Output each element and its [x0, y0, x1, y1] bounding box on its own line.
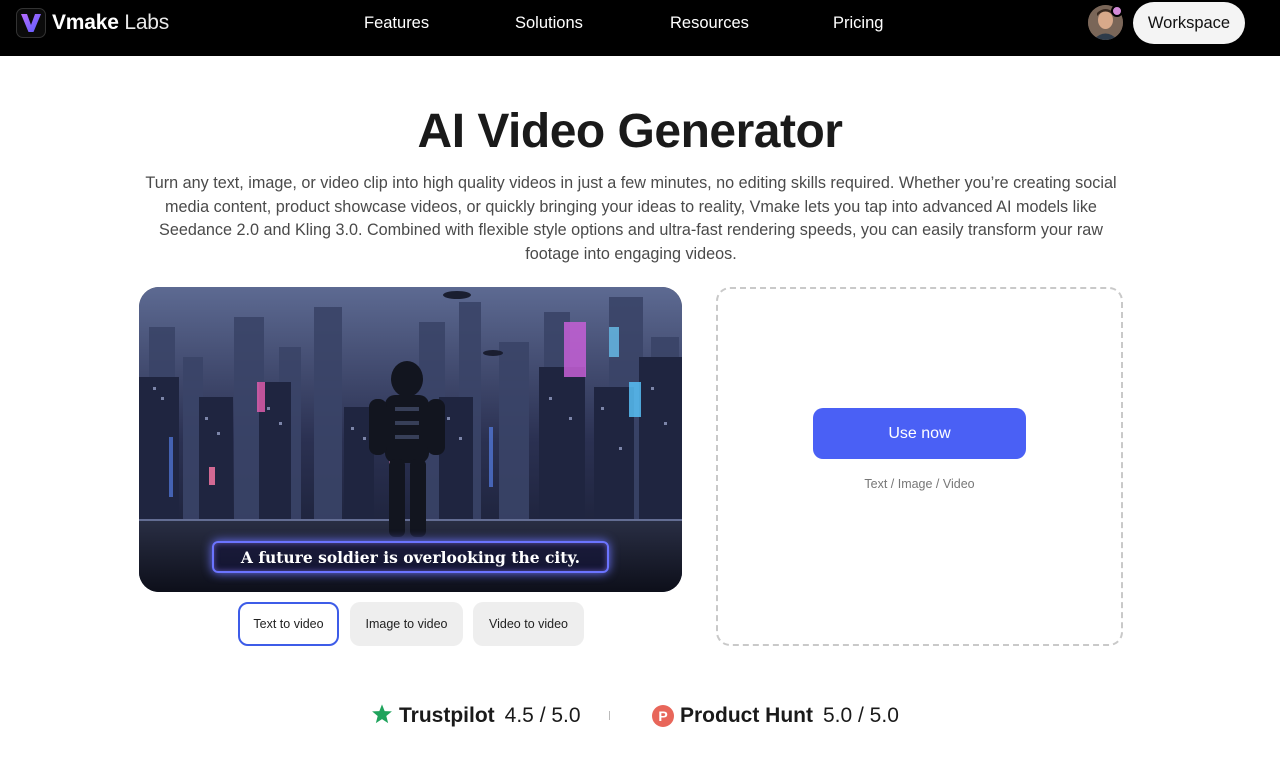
tab-text-to-video[interactable]: Text to video [238, 602, 339, 646]
workspace-button[interactable]: Workspace [1133, 2, 1245, 44]
brand-name-bold: Vmake [52, 11, 119, 34]
rating-divider [609, 711, 610, 720]
upload-hint: Text / Image / Video [864, 477, 975, 491]
use-now-button[interactable]: Use now [813, 408, 1026, 459]
upload-dropzone[interactable] [716, 287, 1123, 646]
nav-solutions[interactable]: Solutions [515, 12, 583, 34]
brand-name: Vmake Labs [52, 11, 169, 35]
tab-image-to-video[interactable]: Image to video [350, 602, 463, 646]
producthunt-name: Product Hunt [680, 704, 813, 727]
page-title: AI Video Generator [417, 105, 843, 158]
avatar-badge [1111, 5, 1123, 17]
trustpilot-name: Trustpilot [399, 704, 495, 727]
trustpilot-score: 4.5 / 5.0 [504, 704, 581, 727]
producthunt-rating[interactable]: P Product Hunt 5.0 / 5.0 [652, 702, 899, 730]
hero-description: Turn any text, image, or video clip into… [145, 174, 1117, 263]
producthunt-score: 5.0 / 5.0 [822, 704, 899, 727]
video-preview[interactable]: A future soldier is overlooking the city… [139, 287, 682, 592]
nav-resources[interactable]: Resources [670, 12, 749, 34]
trustpilot-rating[interactable]: Trustpilot 4.5 / 5.0 [371, 702, 581, 730]
nav-pricing[interactable]: Pricing [833, 12, 883, 34]
producthunt-icon: P [652, 705, 674, 727]
nav-features[interactable]: Features [364, 12, 429, 34]
top-navbar: Vmake Labs Features Solutions Resources … [0, 0, 1280, 56]
vmake-logo-icon [16, 8, 46, 38]
brand[interactable]: Vmake Labs [16, 8, 169, 38]
brand-name-light: Labs [118, 11, 170, 34]
preview-caption: A future soldier is overlooking the city… [212, 541, 609, 573]
trustpilot-star-icon [371, 703, 393, 730]
tab-video-to-video[interactable]: Video to video [473, 602, 584, 646]
